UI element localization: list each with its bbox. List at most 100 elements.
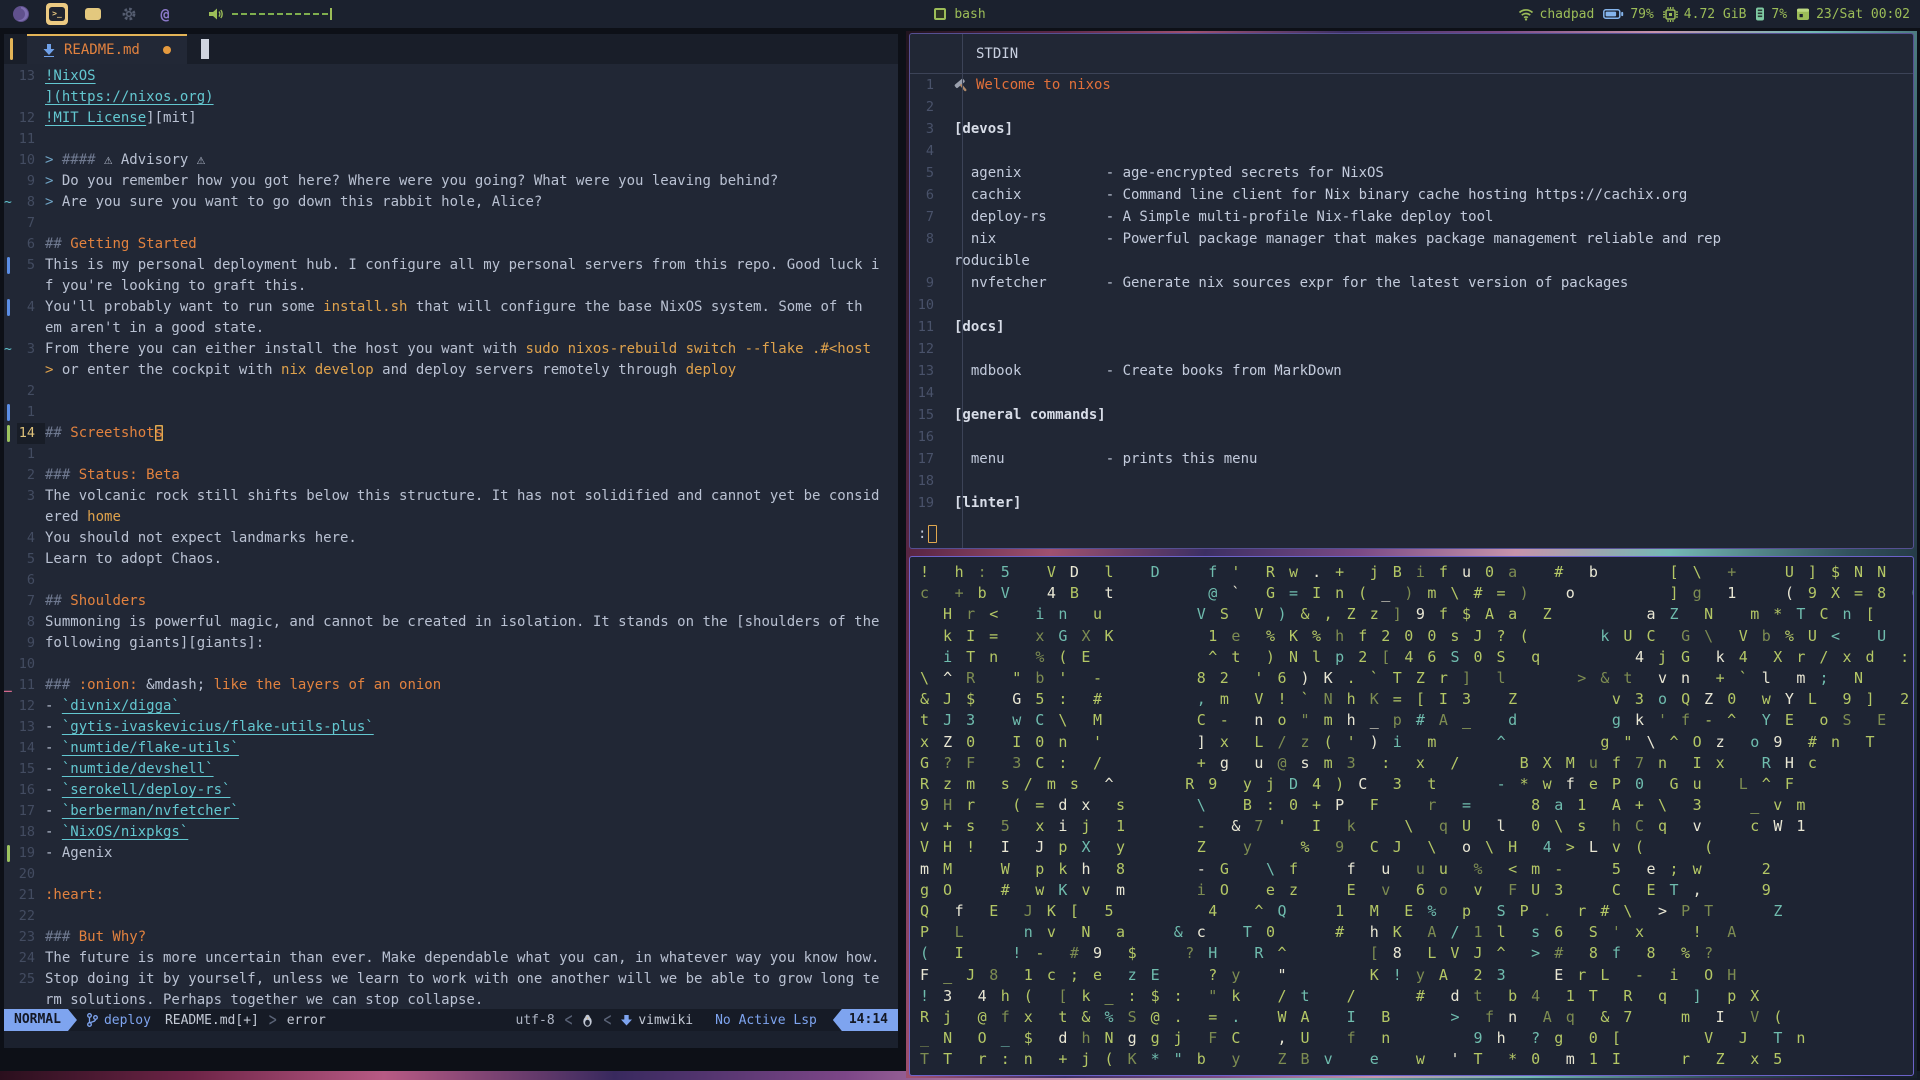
editor-line[interactable]: 20 <box>4 864 898 885</box>
volume-slider[interactable] <box>232 8 332 20</box>
editor-line[interactable]: 4 You'll probably want to run some instal… <box>4 297 898 318</box>
editor-line[interactable]: 14- `numtide/flake-utils` <box>4 738 898 759</box>
markdown-link[interactable]: !MIT License <box>45 110 146 126</box>
matrix-row: R z m s / m s ^ R 9 y j D 4 ) C 3 t - * … <box>920 774 1797 793</box>
editor-line[interactable]: > or enter the cockpit with nix develop … <box>4 360 898 381</box>
pager-line: 17 menu - prints this menu <box>910 448 1913 470</box>
editor-line[interactable]: 6 ## Getting Started <box>4 234 898 255</box>
message-icon[interactable] <box>82 3 104 25</box>
line-number <box>17 360 45 381</box>
line-text: !NixOS <box>45 66 96 87</box>
editor-line[interactable]: rm solutions. Perhaps together we can st… <box>4 990 898 1009</box>
editor-line[interactable]: em aren't in a good state. <box>4 318 898 339</box>
gutter-sign <box>4 717 17 738</box>
editor-line[interactable]: 6 <box>4 570 898 591</box>
editor-line[interactable]: 2 <box>4 381 898 402</box>
editor-line[interactable]: 13- `gytis-ivaskevicius/flake-utils-plus… <box>4 717 898 738</box>
terminal-icon[interactable]: >_ <box>46 3 68 25</box>
memory-status[interactable]: 4.72 GiB <box>1662 6 1746 22</box>
volume-slider-handle[interactable] <box>330 8 332 20</box>
editor-line[interactable]: 12- `divnix/digga` <box>4 696 898 717</box>
editor-line[interactable]: 3 The volcanic rock still shifts below th… <box>4 486 898 507</box>
line-number: 22 <box>18 908 35 924</box>
pager-window[interactable]: STDIN 1 Welcome to nixos 2 3 [devos] 4 5 ageni… <box>909 33 1914 549</box>
editor-line[interactable]: 2 ### Status: Beta <box>4 465 898 486</box>
matrix-row: t J 3 w C \ M C - n o " m h _ p # A _ d … <box>920 711 1889 730</box>
matrix-terminal-window[interactable]: ! h : 5 V D l D f ' R w . + j B i f u 0 … <box>909 556 1914 1076</box>
text-segment: Status: Beta <box>78 467 180 483</box>
gutter-sign <box>4 633 17 654</box>
pager-line: 7 deploy-rs - A Simple multi-profile Nix… <box>910 206 1913 228</box>
pager-prompt[interactable]: : <box>918 525 938 543</box>
markdown-link[interactable]: `berberman/nvfetcher` <box>62 803 239 819</box>
text-segment: Getting Started <box>70 236 197 252</box>
editor-body[interactable]: 13 !NixOS](https://nixos.org) 12 !MIT Licen… <box>4 64 898 1009</box>
editor-line[interactable]: 22 <box>4 906 898 927</box>
editor-line[interactable]: 13 !NixOS <box>4 66 898 87</box>
editor-line[interactable]: 5 Learn to adopt Chaos. <box>4 549 898 570</box>
editor-line[interactable]: ](https://nixos.org) <box>4 87 898 108</box>
battery-icon <box>1603 9 1624 19</box>
editor-line[interactable]: 12 !MIT License][mit] <box>4 108 898 129</box>
volume-control[interactable] <box>208 7 332 21</box>
editor-line[interactable]: 23 ### But Why? <box>4 927 898 948</box>
markdown-link[interactable]: `divnix/digga` <box>62 698 180 714</box>
clock-status[interactable]: 23/Sat 00:02 <box>1796 7 1910 22</box>
markdown-link[interactable]: `gytis-ivaskevicius/flake-utils-plus` <box>62 719 374 735</box>
editor-line[interactable]: 1 <box>4 444 898 465</box>
markdown-link[interactable]: `numtide/flake-utils` <box>62 740 239 756</box>
markdown-link[interactable]: `serokell/deploy-rs` <box>62 782 231 798</box>
command-line[interactable] <box>4 1031 898 1048</box>
text-segment: > <box>45 362 62 378</box>
editor-line[interactable]: 5 This is my personal deployment hub. I c… <box>4 255 898 276</box>
editor-line[interactable]: 25 Stop doing it by yourself, unless we l… <box>4 969 898 990</box>
cpu-status[interactable]: 7% <box>1755 7 1787 22</box>
markdown-link[interactable]: ](https://nixos.org) <box>45 89 214 105</box>
pager-line-text: [general commands] <box>954 407 1106 423</box>
editor-line[interactable]: 10 <box>4 654 898 675</box>
editor-line[interactable]: ered home <box>4 507 898 528</box>
editor-line[interactable]: 8 Summoning is powerful magic, and cannot… <box>4 612 898 633</box>
editor-line[interactable]: 16- `serokell/deploy-rs` <box>4 780 898 801</box>
battery-status[interactable]: 79% <box>1603 7 1654 22</box>
git-branch-indicator: deploy <box>87 1013 151 1028</box>
editor-line[interactable]: 17- `berberman/nvfetcher` <box>4 801 898 822</box>
editor-line[interactable]: 15- `numtide/devshell` <box>4 759 898 780</box>
editor-line[interactable]: 11 <box>4 129 898 150</box>
text-segment: ## <box>45 236 71 252</box>
pager-line-text: Welcome to nixos <box>954 74 1111 96</box>
markdown-link[interactable]: !NixOS <box>45 68 96 84</box>
text-segment: &mdash; <box>146 677 214 693</box>
editor-line[interactable]: f you're looking to graft this. <box>4 276 898 297</box>
editor-line[interactable]: 18- `NixOS/nixpkgs` <box>4 822 898 843</box>
window-glyph-icon <box>934 8 947 20</box>
editor-line[interactable]: 14 ## Screetshots <box>4 423 898 444</box>
editor-line[interactable]: 19 - Agenix <box>4 843 898 864</box>
editor-line[interactable]: ~3 From there you can either install the … <box>4 339 898 360</box>
editor-line[interactable]: 4 You should not expect landmarks here. <box>4 528 898 549</box>
text-segment: ][mit] <box>146 110 197 126</box>
markdown-link[interactable]: `numtide/devshell` <box>62 761 214 777</box>
editor-window[interactable]: README.md 13 !NixOS](https://nixos.org) 12… <box>4 34 898 1048</box>
firefox-icon[interactable] <box>10 3 32 25</box>
editor-line[interactable]: _ 11 ### :onion: &mdash; like the layers o… <box>4 675 898 696</box>
editor-line[interactable]: 1 <box>4 402 898 423</box>
text-segment: You should not expect landmarks here. <box>45 530 357 546</box>
markdown-link[interactable]: `NixOS/nixpkgs` <box>62 824 188 840</box>
text-segment: #### <box>61 152 105 168</box>
gear-icon[interactable] <box>118 3 140 25</box>
editor-line[interactable]: 9 following giants][giants]: <box>4 633 898 654</box>
editor-line[interactable]: 10 > #### ⚠ Advisory ⚠ <box>4 150 898 171</box>
tab-readme[interactable]: README.md <box>27 34 187 64</box>
network-status[interactable]: chadpad <box>1518 7 1594 22</box>
editor-line[interactable]: 21:heart: <box>4 885 898 906</box>
editor-line[interactable]: ~8 > Are you sure you want to go down thi… <box>4 192 898 213</box>
editor-line[interactable]: 7 ## Shoulders <box>4 591 898 612</box>
encoding-label: utf-8 <box>515 1012 555 1028</box>
at-icon[interactable]: @ <box>154 3 176 25</box>
text-segment: Screetshot <box>70 425 155 441</box>
mode-indicator: NORMAL <box>4 1009 77 1031</box>
editor-line[interactable]: 7 <box>4 213 898 234</box>
editor-line[interactable]: 24 The future is more uncertain than ever… <box>4 948 898 969</box>
editor-line[interactable]: 9 > Do you remember how you got here? Whe… <box>4 171 898 192</box>
